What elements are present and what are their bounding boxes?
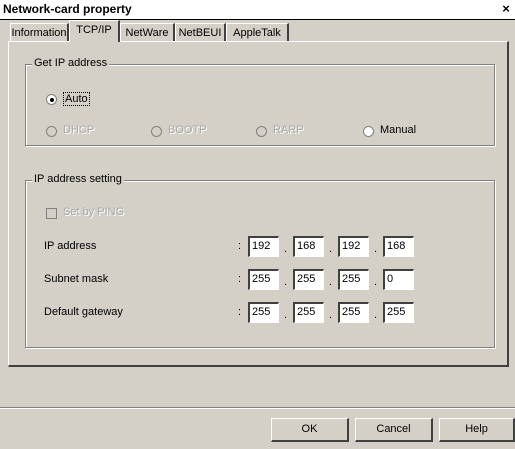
subnet-octet-4-input[interactable]: 0 xyxy=(383,269,414,290)
subnet-octet-1-input[interactable]: 255 xyxy=(248,269,279,290)
bootp-label: BOOTP xyxy=(168,124,207,136)
ip-octet-1-input[interactable]: 192 xyxy=(248,236,279,257)
rarp-radio[interactable] xyxy=(256,126,267,137)
default-gateway-label: Default gateway xyxy=(44,306,123,318)
bootp-radio[interactable] xyxy=(151,126,162,137)
set-by-ping-label: Set by PING xyxy=(63,206,125,218)
colon-separator: : xyxy=(238,306,242,318)
subnet-octet-2-input[interactable]: 255 xyxy=(293,269,324,290)
tab-appletalk[interactable]: AppleTalk xyxy=(226,23,289,43)
ip-address-setting-group: IP address setting Set by PING IP addres… xyxy=(25,173,495,348)
help-button-label: Help xyxy=(465,423,488,435)
dot-separator: . xyxy=(284,309,288,321)
dhcp-label: DHCP xyxy=(63,124,95,136)
title-bar: Network-card property × xyxy=(0,0,515,20)
manual-label: Manual xyxy=(380,124,417,136)
colon-separator: : xyxy=(238,240,242,252)
rarp-label: RARP xyxy=(273,124,304,136)
dhcp-radio[interactable] xyxy=(46,126,57,137)
radio-selected-dot xyxy=(50,98,54,102)
ip-octet-3-input[interactable]: 192 xyxy=(338,236,369,257)
get-ip-address-legend: Get IP address xyxy=(32,57,110,69)
get-ip-address-group: Get IP address Auto DHCP BOOTP RARP Manu… xyxy=(25,57,495,146)
set-by-ping-checkbox[interactable] xyxy=(46,208,57,219)
tab-information[interactable]: Information xyxy=(10,23,69,43)
manual-radio[interactable] xyxy=(363,126,374,137)
dot-separator: . xyxy=(374,243,378,255)
tab-netware-label: NetWare xyxy=(125,27,169,39)
help-button[interactable]: Help xyxy=(439,418,515,442)
auto-radio[interactable] xyxy=(46,94,57,105)
tcpip-panel: Get IP address Auto DHCP BOOTP RARP Manu… xyxy=(8,41,509,367)
colon-separator: : xyxy=(238,273,242,285)
close-icon[interactable]: × xyxy=(498,1,514,17)
gateway-octet-2-input[interactable]: 255 xyxy=(293,302,324,323)
gateway-octet-4-input[interactable]: 255 xyxy=(383,302,414,323)
tab-netbeui-label: NetBEUI xyxy=(178,27,222,39)
subnet-mask-label: Subnet mask xyxy=(44,273,109,285)
gateway-octet-3-input[interactable]: 255 xyxy=(338,302,369,323)
tab-appletalk-label: AppleTalk xyxy=(233,27,281,39)
tab-information-label: Information xyxy=(11,27,67,39)
subnet-octet-3-input[interactable]: 255 xyxy=(338,269,369,290)
tab-netbeui[interactable]: NetBEUI xyxy=(175,23,226,43)
cancel-button[interactable]: Cancel xyxy=(355,418,433,442)
ip-address-setting-legend: IP address setting xyxy=(32,173,124,185)
tab-tcpip[interactable]: TCP/IP xyxy=(69,20,120,42)
cancel-button-label: Cancel xyxy=(376,423,411,435)
dot-separator: . xyxy=(284,243,288,255)
ip-octet-2-input[interactable]: 168 xyxy=(293,236,324,257)
auto-label: Auto xyxy=(63,92,90,106)
dot-separator: . xyxy=(374,309,378,321)
window-title: Network-card property xyxy=(3,2,132,16)
tab-tcpip-label: TCP/IP xyxy=(76,24,112,36)
dot-separator: . xyxy=(284,276,288,288)
dot-separator: . xyxy=(329,276,333,288)
ip-address-label: IP address xyxy=(44,240,97,252)
gateway-octet-1-input[interactable]: 255 xyxy=(248,302,279,323)
ok-button[interactable]: OK xyxy=(271,418,349,442)
dot-separator: . xyxy=(329,309,333,321)
ip-octet-4-input[interactable]: 168 xyxy=(383,236,414,257)
tab-netware[interactable]: NetWare xyxy=(120,23,175,43)
ok-button-label: OK xyxy=(301,423,318,435)
dot-separator: . xyxy=(329,243,333,255)
button-bar-divider xyxy=(0,407,515,409)
network-card-property-window: Network-card property × Information TCP/… xyxy=(0,0,515,449)
dot-separator: . xyxy=(374,276,378,288)
